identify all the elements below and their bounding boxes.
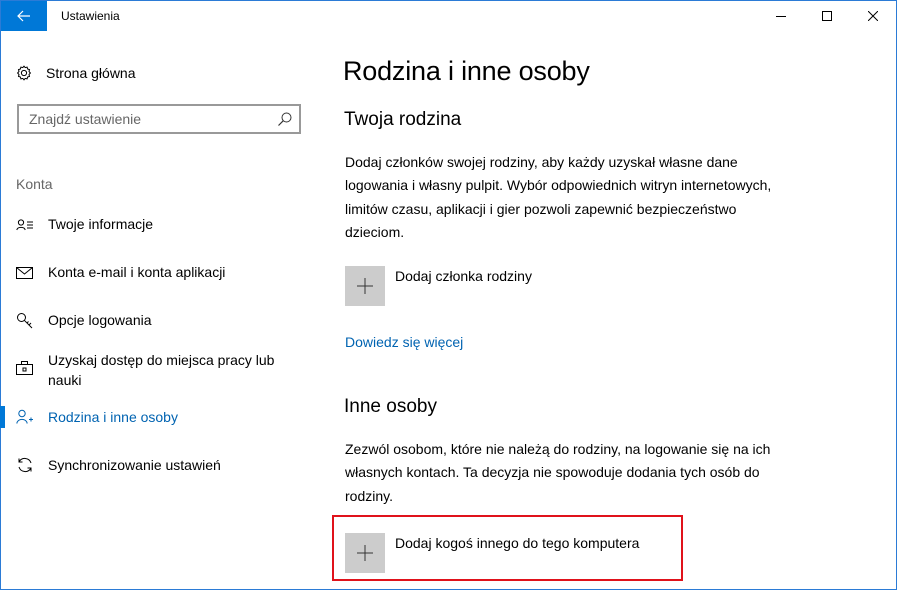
learn-more-link[interactable]: Dowiedz się więcej xyxy=(345,334,463,350)
sidebar-home[interactable]: Strona główna xyxy=(16,62,136,84)
sidebar-item-label: Konta e-mail i konta aplikacji xyxy=(48,264,226,280)
mail-icon xyxy=(16,264,34,282)
maximize-icon xyxy=(822,11,832,21)
plus-icon xyxy=(357,278,373,294)
sidebar-home-label: Strona główna xyxy=(46,65,136,81)
family-heading: Twoja rodzina xyxy=(344,109,462,130)
sidebar-item-label: Uzyskaj dostęp do miejsca pracy lub nauk… xyxy=(48,352,275,388)
add-other-user-button[interactable]: Dodaj kogoś innego do tego komputera xyxy=(345,533,639,573)
sync-icon xyxy=(16,456,34,474)
window-title: Ustawienia xyxy=(61,9,120,23)
selection-indicator xyxy=(0,406,5,428)
search-icon[interactable] xyxy=(277,111,293,127)
maximize-button[interactable] xyxy=(804,1,850,31)
other-people-description: Zezwól osobom, które nie należą do rodzi… xyxy=(345,441,771,504)
gear-icon xyxy=(16,65,32,81)
plus-tile xyxy=(345,266,385,306)
sidebar-item-label: Opcje logowania xyxy=(48,312,152,328)
sidebar-item-label: Twoje informacje xyxy=(48,216,154,232)
sidebar-item-label: Synchronizowanie ustawień xyxy=(48,457,221,473)
add-family-member-button[interactable]: Dodaj członka rodziny xyxy=(345,266,532,306)
minimize-icon xyxy=(776,16,786,17)
close-button[interactable] xyxy=(850,1,896,31)
search-box[interactable] xyxy=(17,104,301,134)
other-people-heading: Inne osoby xyxy=(344,396,437,417)
back-button[interactable] xyxy=(1,1,47,31)
people-icon xyxy=(16,408,34,426)
add-other-user-label: Dodaj kogoś innego do tego komputera xyxy=(395,535,640,551)
title-bar: Ustawienia xyxy=(1,1,896,31)
family-description: Dodaj członków swojej rodziny, aby każdy… xyxy=(345,154,772,241)
plus-icon xyxy=(357,545,373,561)
close-icon xyxy=(868,11,878,21)
add-family-member-label: Dodaj członka rodziny xyxy=(395,268,532,284)
sidebar-section-label: Konta xyxy=(16,176,53,192)
minimize-button[interactable] xyxy=(758,1,804,31)
person-card-icon xyxy=(16,216,34,234)
search-input[interactable] xyxy=(19,110,271,128)
arrow-left-icon xyxy=(17,10,30,22)
page-title: Rodzina i inne osoby xyxy=(343,56,590,86)
plus-tile xyxy=(345,533,385,573)
sidebar-item-label: Rodzina i inne osoby xyxy=(48,409,178,425)
briefcase-icon xyxy=(16,359,34,377)
key-icon xyxy=(16,312,34,330)
